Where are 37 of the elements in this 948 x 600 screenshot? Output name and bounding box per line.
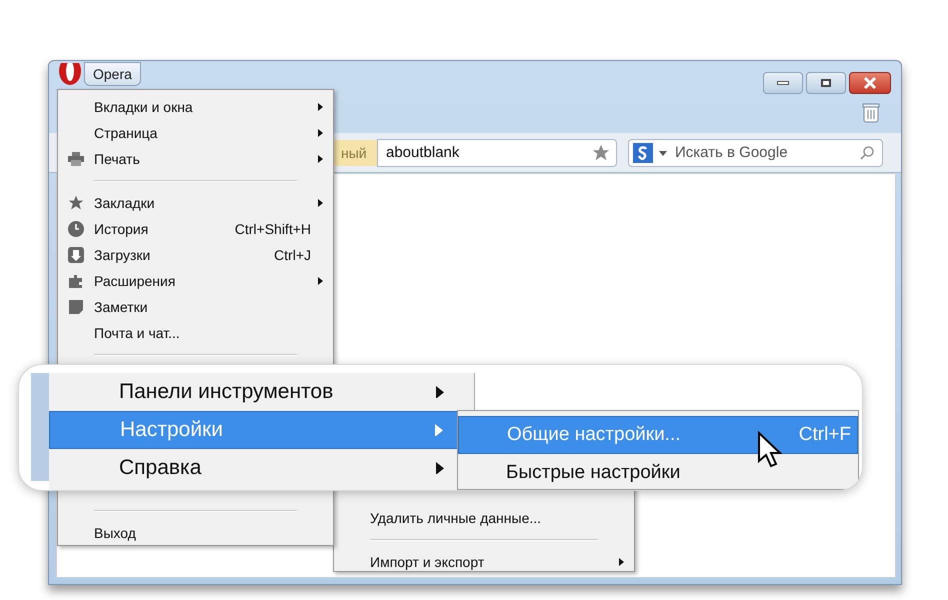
- search-icon[interactable]: [860, 146, 874, 160]
- download-icon: [68, 247, 84, 263]
- shortcut-text: Ctrl+F: [798, 422, 851, 447]
- close-button[interactable]: [849, 72, 891, 94]
- search-engine-icon[interactable]: [633, 143, 653, 163]
- note-icon: [68, 299, 84, 315]
- menu-item[interactable]: Заметки: [58, 294, 333, 320]
- minimize-button[interactable]: [763, 72, 803, 94]
- close-icon: [863, 77, 877, 89]
- address-text: aboutblank: [386, 142, 460, 163]
- menu-item[interactable]: Удалить личные данные...: [334, 505, 634, 531]
- menu-item[interactable]: Загрузки Ctrl+J: [58, 242, 333, 268]
- menu-item[interactable]: Панели инструментов: [49, 373, 474, 411]
- menu-item[interactable]: Расширения: [58, 268, 333, 294]
- menu-item[interactable]: Почта и чат...: [58, 320, 333, 346]
- search-field[interactable]: Искать в Google: [628, 139, 883, 167]
- menu-item[interactable]: Выход: [58, 520, 333, 546]
- printer-icon: [68, 152, 84, 166]
- menu-item[interactable]: Импорт и экспорт: [334, 549, 634, 575]
- shortcut-text: Ctrl+Shift+H: [234, 220, 311, 238]
- puzzle-icon: [68, 273, 84, 289]
- menu-button[interactable]: Opera: [84, 62, 141, 86]
- address-field[interactable]: aboutblank: [377, 139, 617, 167]
- trash-icon[interactable]: [862, 103, 880, 123]
- maximize-button[interactable]: [806, 72, 846, 94]
- clock-icon: [68, 221, 84, 237]
- search-input: Искать в Google: [675, 142, 845, 164]
- menu-item[interactable]: Быстрые настройки: [458, 454, 858, 490]
- star-icon: [68, 195, 84, 211]
- menu-item[interactable]: История Ctrl+Shift+H: [58, 216, 333, 242]
- menu-item[interactable]: Вкладки и окна: [58, 94, 333, 120]
- caret-icon[interactable]: [659, 150, 667, 156]
- shortcut-text: Ctrl+J: [274, 246, 311, 264]
- menu-item[interactable]: Закладки: [58, 190, 333, 216]
- star-icon[interactable]: [592, 144, 610, 162]
- logo-icon: [56, 63, 84, 85]
- cursor-icon: [757, 431, 783, 469]
